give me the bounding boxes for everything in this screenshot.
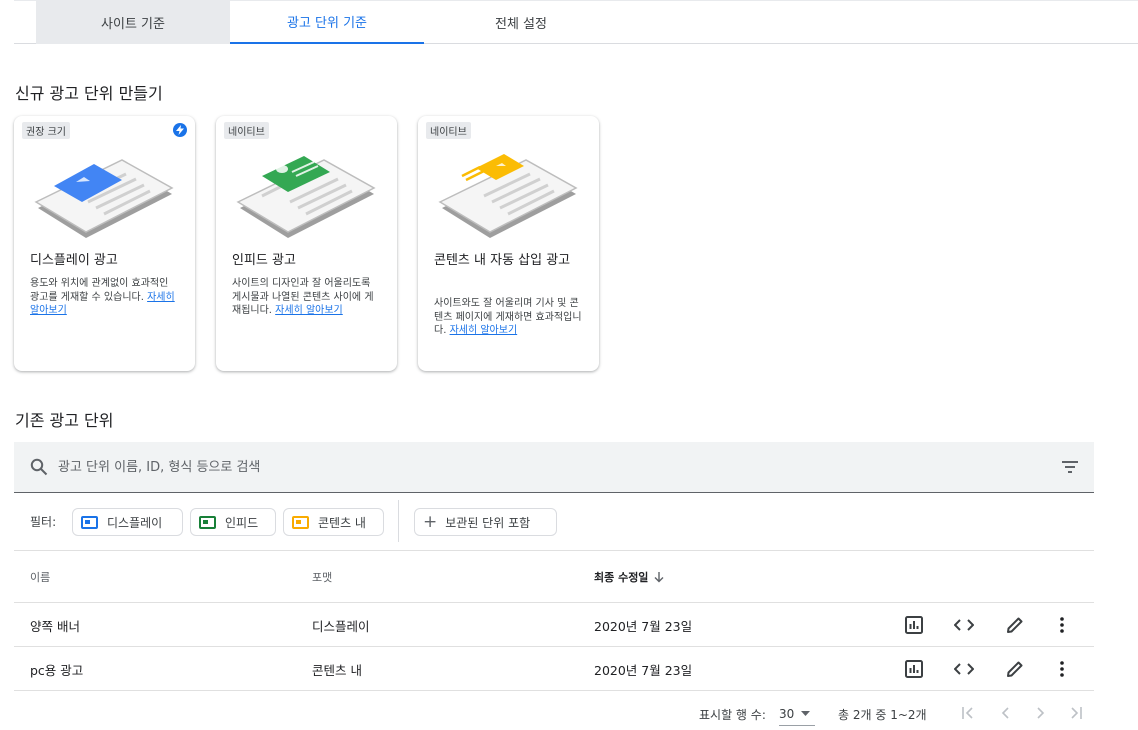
- ad-unit-modified: 2020년 7월 23일: [594, 663, 693, 678]
- search-icon: [30, 458, 48, 476]
- ad-unit-format: 디스플레이: [312, 619, 370, 634]
- previous-page-icon[interactable]: [995, 703, 1015, 723]
- code-icon[interactable]: [953, 614, 975, 636]
- column-header-format[interactable]: 포맷: [312, 569, 332, 585]
- plus-icon: +: [423, 511, 438, 532]
- card-title: 디스플레이 광고: [30, 253, 118, 268]
- filter-label: 필터:: [30, 515, 57, 529]
- more-vert-icon[interactable]: [1051, 658, 1073, 680]
- display-ad-illustration: [34, 159, 174, 238]
- arrow-down-icon: [654, 571, 664, 582]
- page-range: 총 2개 중 1~2개: [838, 708, 927, 722]
- first-page-icon[interactable]: [958, 703, 978, 723]
- card-description: 사이트와도 잘 어울리며 기사 및 콘텐츠 페이지에 게재하면 효과적입니다. …: [434, 298, 582, 336]
- ad-unit-format: 콘텐츠 내: [312, 663, 362, 678]
- filter-list-icon[interactable]: [1061, 458, 1079, 476]
- column-header-modified[interactable]: 최종 수정일: [594, 569, 664, 585]
- ad-unit-name: pc용 광고: [30, 663, 84, 678]
- filter-row: 필터: 디스플레이 인피드 콘텐츠 내 + 보관된 단위 포함: [14, 494, 1094, 551]
- card-description: 사이트의 디자인과 잘 어울리도록 게시물과 나열된 콘텐츠 사이에 게재됩니다…: [232, 278, 374, 316]
- bolt-icon: [173, 123, 187, 137]
- table-header: 이름 포맷 최종 수정일: [14, 551, 1094, 603]
- search-bar: [14, 442, 1094, 493]
- new-ad-unit-heading: 신규 광고 단위 만들기: [15, 84, 163, 103]
- learn-more-link[interactable]: 자세히 알아보기: [275, 305, 343, 316]
- table-row[interactable]: 양쪽 배너 디스플레이 2020년 7월 23일: [14, 603, 1094, 647]
- bar-chart-icon[interactable]: [903, 614, 925, 636]
- bar-chart-icon[interactable]: [903, 658, 925, 680]
- infeed-ad-card[interactable]: 네이티브 인피드 광고 사이트의 디자인과 잘 어울리도록 게시물과 나열된 콘…: [216, 116, 397, 371]
- recommended-size-chip: 권장 크기: [22, 122, 70, 139]
- rows-per-page-label: 표시할 행 수:: [699, 708, 766, 722]
- inarticle-ad-card[interactable]: 네이티브 콘텐츠 내 자동 삽입 광고 사이트와도 잘 어울리며 기사 및 콘텐…: [418, 116, 599, 371]
- include-archived-button[interactable]: + 보관된 단위 포함: [414, 508, 557, 536]
- filter-chip-display[interactable]: 디스플레이: [72, 508, 183, 536]
- dropdown-arrow-icon: [801, 711, 811, 716]
- next-page-icon[interactable]: [1031, 703, 1051, 723]
- filter-chip-inarticle[interactable]: 콘텐츠 내: [283, 508, 384, 536]
- filter-divider: [398, 500, 399, 542]
- search-input[interactable]: [58, 457, 958, 477]
- pagination: 표시할 행 수: 30 총 2개 중 1~2개: [0, 700, 1138, 730]
- tab-global-settings[interactable]: 전체 설정: [424, 1, 618, 44]
- learn-more-link[interactable]: 자세히 알아보기: [450, 325, 518, 336]
- code-icon[interactable]: [953, 658, 975, 680]
- filter-chip-infeed[interactable]: 인피드: [190, 508, 276, 536]
- inarticle-ad-illustration: [438, 154, 578, 238]
- ad-unit-name: 양쪽 배너: [30, 619, 80, 634]
- edit-pencil-icon[interactable]: [1004, 658, 1026, 680]
- existing-ad-units-heading: 기존 광고 단위: [15, 411, 114, 430]
- native-chip: 네이티브: [224, 122, 269, 139]
- inarticle-format-icon: [292, 515, 309, 529]
- more-vert-icon[interactable]: [1051, 614, 1073, 636]
- rows-per-page-select[interactable]: 30: [779, 702, 815, 726]
- tab-bar: 사이트 기준 광고 단위 기준 전체 설정: [14, 0, 1138, 44]
- edit-pencil-icon[interactable]: [1004, 614, 1026, 636]
- last-page-icon[interactable]: [1066, 703, 1086, 723]
- display-format-icon: [81, 515, 98, 529]
- card-title: 인피드 광고: [232, 253, 296, 268]
- infeed-format-icon: [199, 515, 216, 529]
- display-ad-card[interactable]: 권장 크기 디스플레이 광고 용도와 위치에 관계없이 효과적인 광고를 게재할…: [14, 116, 195, 371]
- card-description: 용도와 위치에 관계없이 효과적인 광고를 게재할 수 있습니다. 자세히 알아…: [30, 278, 175, 316]
- table-row[interactable]: pc용 광고 콘텐츠 내 2020년 7월 23일: [14, 647, 1094, 691]
- column-header-name[interactable]: 이름: [30, 569, 50, 585]
- infeed-ad-illustration: [236, 156, 376, 238]
- tab-by-ad-unit[interactable]: 광고 단위 기준: [230, 1, 424, 44]
- native-chip: 네이티브: [426, 122, 471, 139]
- tab-by-site[interactable]: 사이트 기준: [36, 1, 230, 44]
- card-title: 콘텐츠 내 자동 삽입 광고: [434, 253, 571, 268]
- ad-unit-modified: 2020년 7월 23일: [594, 619, 693, 634]
